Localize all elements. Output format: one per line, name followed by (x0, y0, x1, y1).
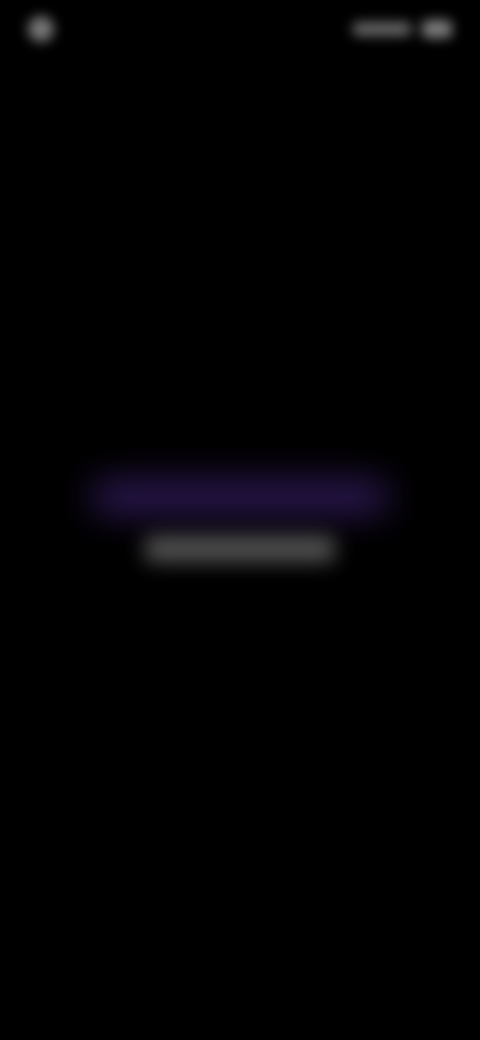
app-indicator-icon (28, 16, 54, 42)
brand-title (80, 470, 400, 520)
status-bar (0, 0, 480, 60)
brand-subtitle (140, 532, 340, 566)
battery-icon (422, 20, 452, 38)
status-right (352, 14, 452, 44)
splash-branding (0, 460, 480, 600)
signal-icon (352, 22, 412, 36)
splash-screen (0, 0, 480, 1040)
status-left (28, 14, 64, 44)
